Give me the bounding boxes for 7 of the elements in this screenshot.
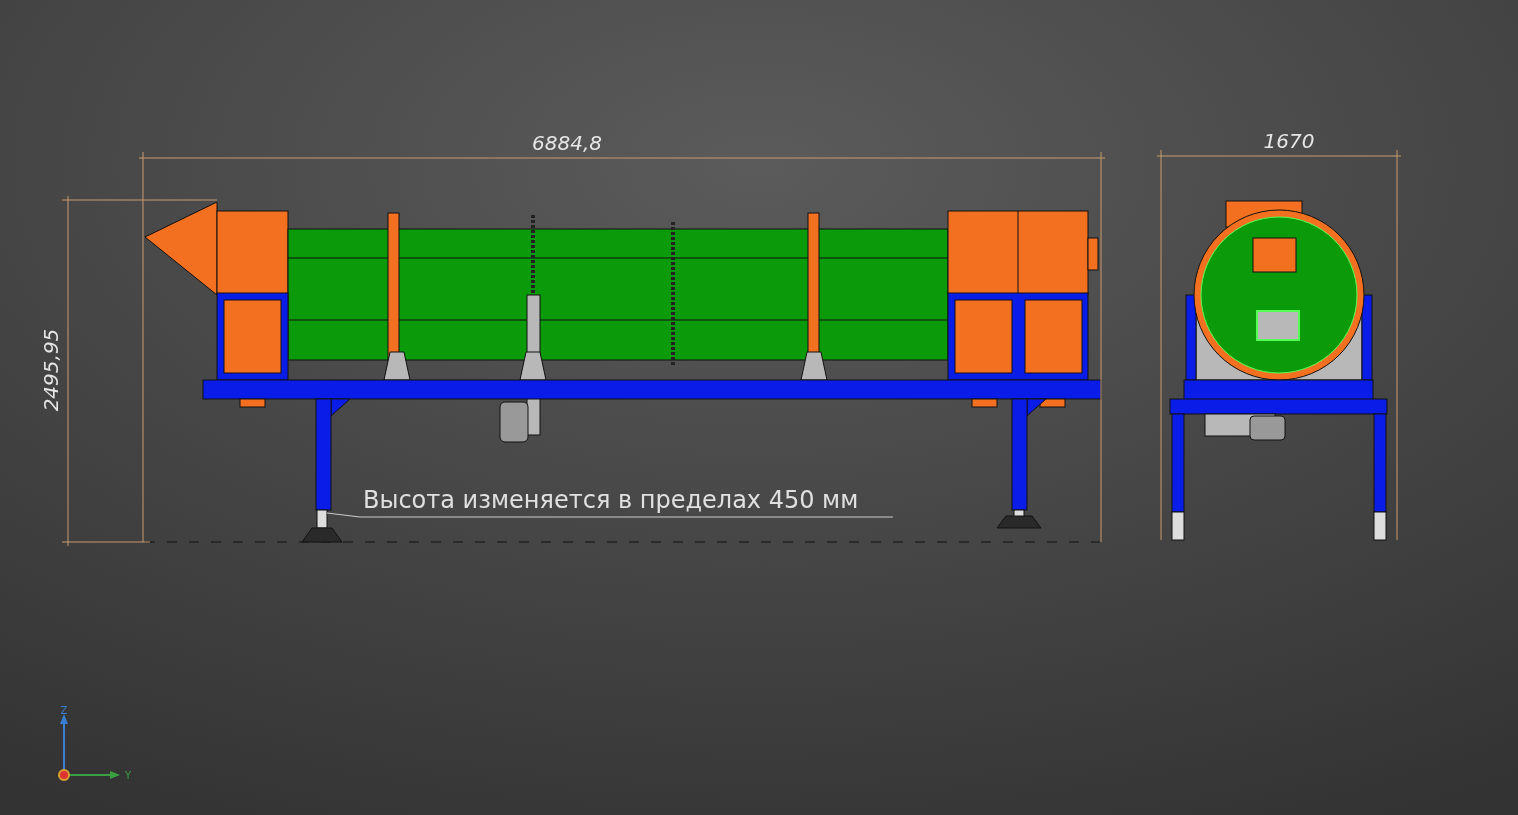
axis-label: Y	[124, 770, 132, 781]
axis-label: Z	[60, 705, 68, 716]
axis-triad-icon	[58, 714, 120, 781]
annotation-text: Высота изменяется в пределах 450 мм	[363, 486, 859, 514]
dimension-text: 6884,8	[532, 131, 602, 155]
dimension-text: 2495,95	[39, 328, 63, 412]
dimension-text: 1670	[1263, 129, 1315, 153]
